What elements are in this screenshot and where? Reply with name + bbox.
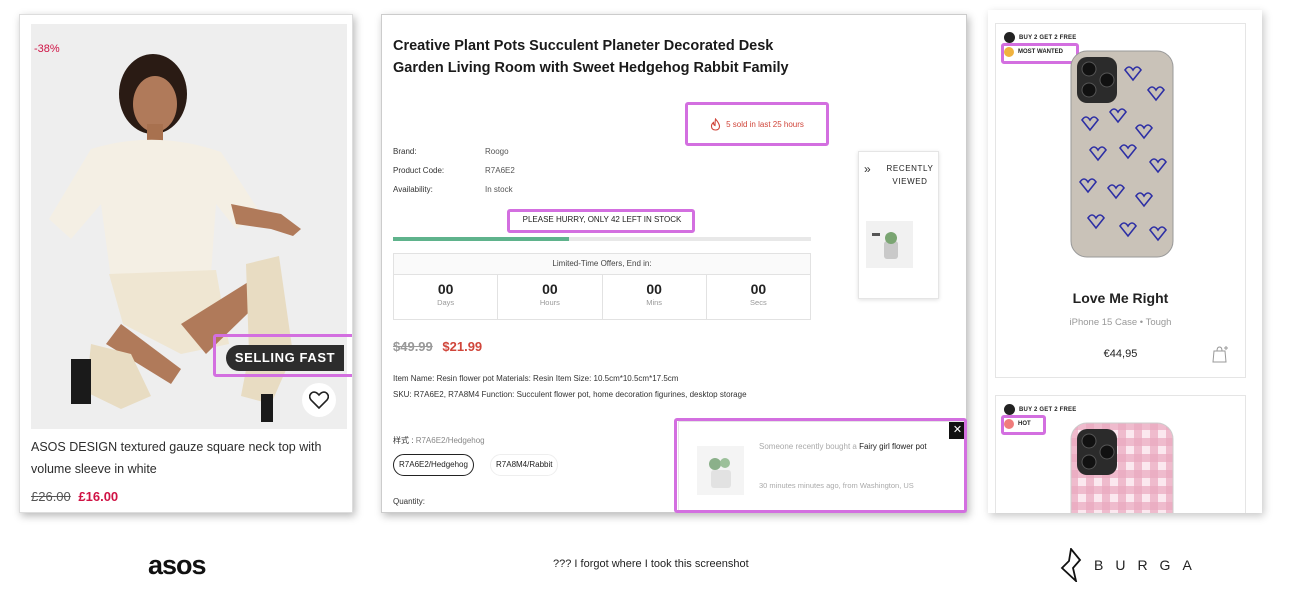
asos-product-card[interactable]: -38% SELLING FAST ASOS DESIGN textured g… (19, 14, 353, 513)
highlight-sold-notice (685, 102, 829, 146)
style-selector-label: 样式 : R7A6E2/Hedgehog (393, 435, 485, 446)
countdown-mins: 00 Mins (603, 275, 707, 320)
plant-pot-thumbnail-image (866, 221, 913, 268)
countdown-unit: Secs (750, 298, 767, 307)
countdown-hours: 00 Hours (498, 275, 603, 320)
recently-viewed-thumbnail[interactable] (866, 221, 913, 268)
countdown-unit: Hours (539, 298, 560, 307)
product-title[interactable]: ASOS DESIGN textured gauze square neck t… (31, 436, 346, 480)
stock-progress-fill (393, 237, 569, 241)
phone-case-card[interactable]: BUY 2 GET 2 FREE HOT (995, 395, 1246, 513)
burga-wordmark: BURGA (1094, 557, 1204, 573)
add-to-bag-icon[interactable] (1211, 345, 1229, 363)
sale-price: £16.00 (78, 489, 119, 504)
product-code-row: Product Code: R7A6E2 (393, 166, 515, 175)
sale-price: $21.99 (442, 339, 483, 354)
brand-row: Brand: Roogo (393, 147, 509, 156)
screenshot-caption: ??? I forgot where I took this screensho… (553, 558, 749, 570)
countdown-unit: Mins (646, 298, 663, 307)
product-code-label: Product Code: (393, 166, 445, 175)
countdown-number: 00 (437, 281, 454, 297)
highlight-selling-fast (213, 334, 352, 377)
countdown-unit: Days (437, 298, 455, 307)
availability-row: Availability: In stock (393, 185, 513, 194)
style-label: 样式 : (393, 436, 414, 445)
countdown-number: 00 (646, 281, 662, 297)
highlight-low-stock (507, 209, 695, 233)
product-price: €44,95 (1103, 348, 1138, 360)
countdown-heading: Limited-Time Offers, End in: (394, 254, 810, 275)
brand-label: Brand: (393, 147, 417, 156)
burga-logo: BURGA (1060, 548, 1204, 582)
recently-viewed-panel[interactable]: » RECENTLY VIEWED (858, 151, 939, 299)
percent-icon (1004, 404, 1015, 415)
gingham-phone-case[interactable] (1070, 422, 1174, 513)
stock-progress-bar (393, 237, 811, 241)
countdown-number: 00 (542, 281, 558, 297)
brand-value[interactable]: Roogo (485, 147, 509, 156)
original-price: £26.00 (31, 489, 71, 504)
countdown-box: Limited-Time Offers, End in: 00 Days 00 … (393, 253, 811, 320)
description-line: Item Name: Resin flower pot Materials: R… (393, 374, 679, 383)
product-description: Item Name: Resin flower pot Materials: R… (393, 371, 793, 403)
product-code-value: R7A6E2 (485, 166, 515, 175)
promo-badge: BUY 2 GET 2 FREE (1004, 404, 1076, 415)
price-row: $49.99 $21.99 (393, 339, 482, 354)
promo-text: BUY 2 GET 2 FREE (1019, 406, 1077, 413)
style-option-hedgehog[interactable]: R7A6E2/Hedgehog (393, 454, 474, 476)
percent-icon (1004, 32, 1015, 43)
discount-label: -38% (34, 43, 60, 55)
asos-logo: asos (148, 550, 207, 580)
burga-product-list: BUY 2 GET 2 FREE MOST WANTED Love Me Rig… (988, 10, 1262, 513)
heart-pattern-phone-case[interactable] (1070, 50, 1174, 258)
highlight-purchase-popup (674, 418, 967, 513)
countdown-days: 00 Days (394, 275, 499, 320)
heart-icon (309, 391, 329, 409)
double-chevron-icon[interactable]: » (864, 162, 871, 176)
recently-viewed-title: RECENTLY VIEWED (886, 164, 934, 186)
availability-value: In stock (485, 185, 513, 194)
product-subtitle: iPhone 15 Case • Tough (1069, 317, 1172, 328)
style-option-rabbit[interactable]: R7A8M4/Rabbit (490, 454, 559, 476)
availability-label: Availability: (393, 185, 433, 194)
highlight-hot (1001, 415, 1046, 435)
product-title: Creative Plant Pots Succulent Planeter D… (393, 38, 789, 76)
promo-text: BUY 2 GET 2 FREE (1019, 34, 1077, 41)
promo-badge: BUY 2 GET 2 FREE (1004, 32, 1076, 43)
phone-case-card[interactable]: BUY 2 GET 2 FREE MOST WANTED Love Me Rig… (995, 23, 1246, 378)
quantity-label: Quantity: (393, 497, 426, 506)
description-line: SKU: R7A6E2, R7A8M4 Function: Succulent … (393, 390, 747, 399)
save-for-later-button[interactable] (302, 383, 336, 417)
countdown-number: 00 (750, 281, 767, 297)
product-name[interactable]: Love Me Right (996, 290, 1245, 306)
price-row: £26.00 £16.00 (31, 489, 118, 504)
burga-logo-mark (1060, 548, 1082, 582)
style-selected-value: R7A6E2/Hedgehog (415, 436, 485, 445)
original-price: $49.99 (393, 339, 433, 354)
countdown-secs: 00 Secs (707, 275, 810, 320)
highlight-most-wanted (1001, 43, 1079, 64)
